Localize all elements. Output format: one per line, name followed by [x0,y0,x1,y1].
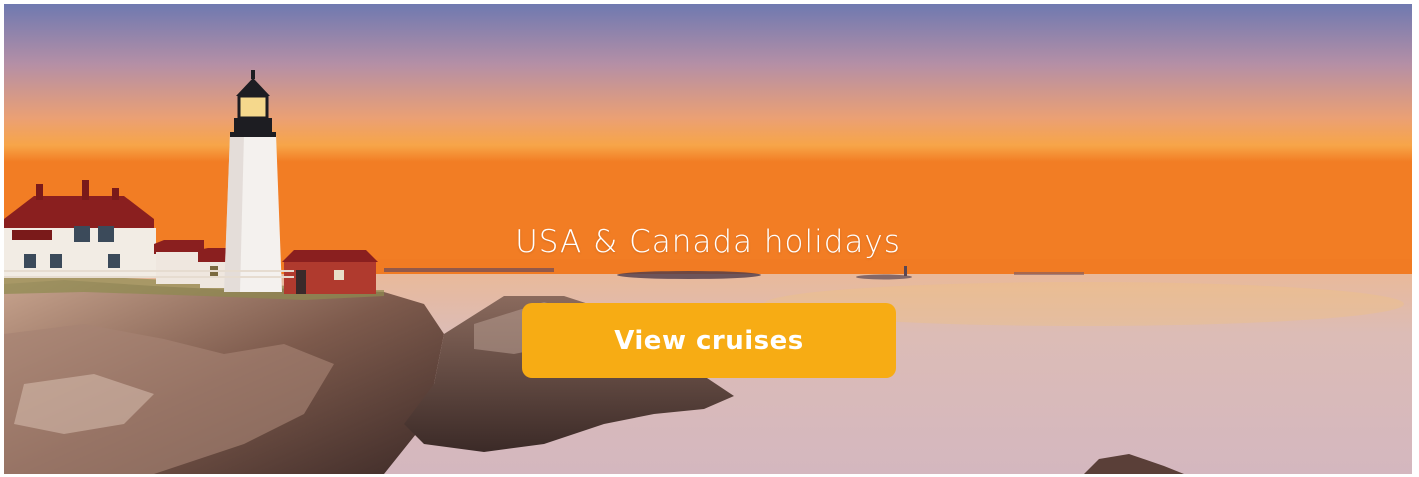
hero-banner: USA & Canada holidays View cruises [4,4,1412,474]
view-cruises-button[interactable]: View cruises [522,303,896,378]
hero-headline: USA & Canada holidays [515,224,901,260]
